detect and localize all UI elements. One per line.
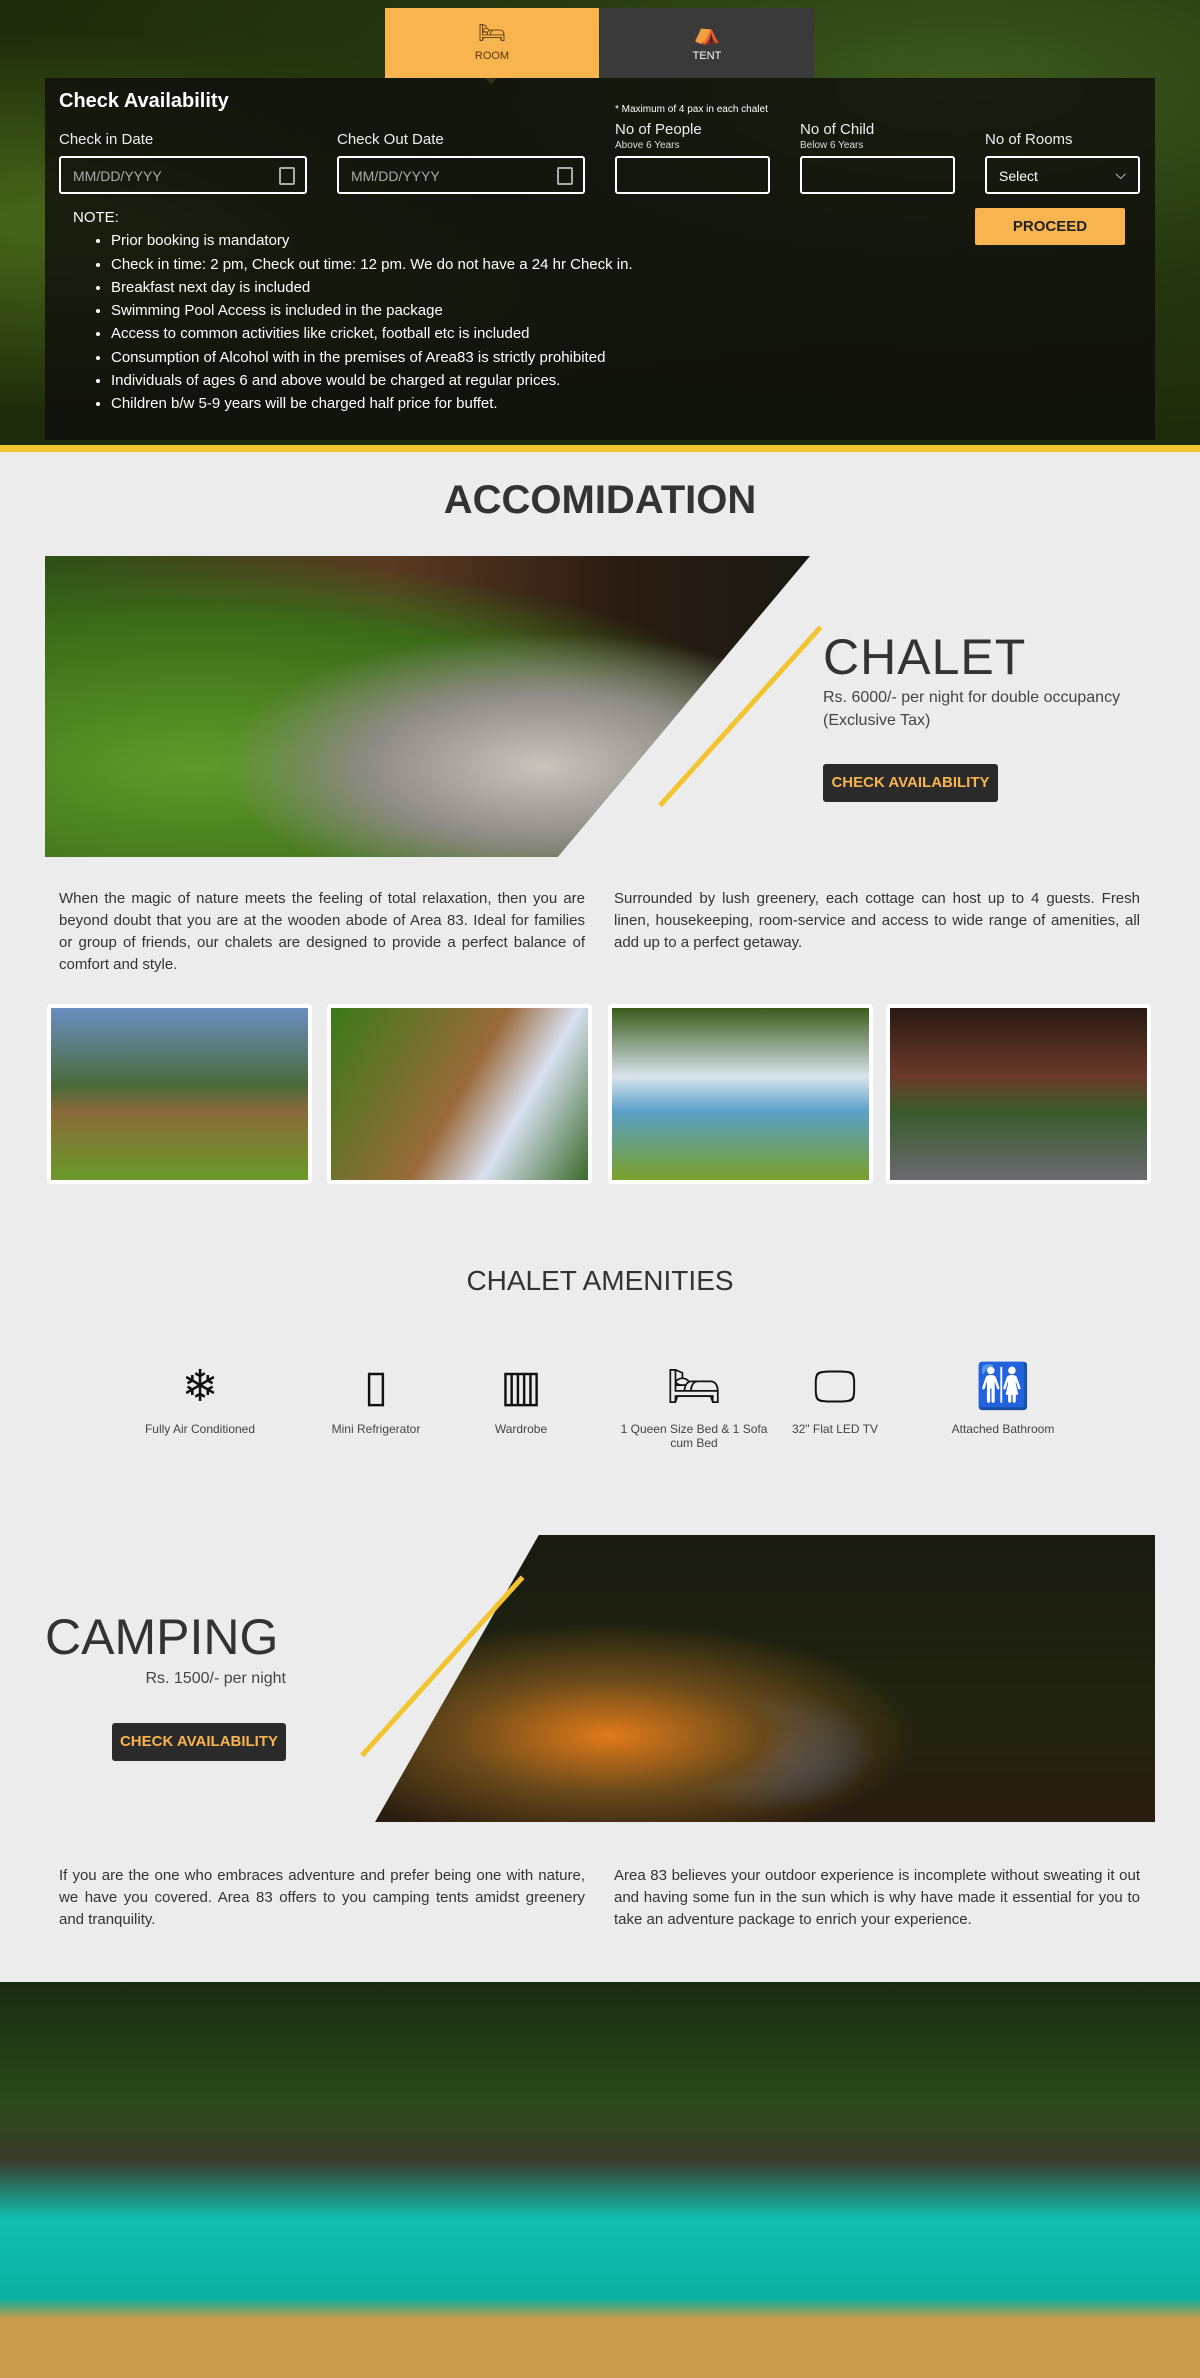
camping-check-availability-button[interactable]: CHECK AVAILABILITY: [112, 1723, 286, 1761]
people-input[interactable]: [615, 156, 770, 194]
note-list: Prior booking is mandatoryCheck in time:…: [111, 229, 633, 415]
calendar-icon[interactable]: [279, 167, 295, 185]
placeholder: MM/DD/YYYY: [351, 168, 440, 184]
note-item: Prior booking is mandatory: [111, 229, 633, 252]
gallery-image[interactable]: [608, 1004, 873, 1184]
booking-panel: Check Availability * Maximum of 4 pax in…: [45, 78, 1155, 440]
tent-icon: ⛺: [693, 20, 721, 45]
bed-icon: 🛏: [666, 1362, 722, 1411]
note-item: Consumption of Alcohol with in the premi…: [111, 346, 633, 369]
gallery-image[interactable]: [886, 1004, 1151, 1184]
checkin-label: Check in Date: [59, 131, 154, 148]
checkout-label: Check Out Date: [337, 131, 444, 148]
amenity-label: Mini Refrigerator: [331, 1422, 421, 1436]
amenity-item: ▥ Wardrobe: [446, 1352, 596, 1436]
note-item: Individuals of ages 6 and above would be…: [111, 369, 633, 392]
rooms-label: No of Rooms: [985, 131, 1073, 148]
placeholder: MM/DD/YYYY: [73, 168, 162, 184]
people-label: No of People: [615, 121, 702, 138]
amenity-item: 🚻 Attached Bathroom: [928, 1352, 1078, 1436]
camping-image: [375, 1535, 1155, 1822]
note-title: NOTE:: [73, 209, 119, 226]
divider: [0, 445, 1200, 452]
pool-image: [0, 1982, 1200, 2378]
proceed-button[interactable]: PROCEED: [975, 208, 1125, 245]
rooms-value: Select: [999, 168, 1038, 184]
checkin-input[interactable]: MM/DD/YYYY: [59, 156, 307, 194]
snowflake-icon: ❄: [181, 1362, 219, 1411]
chalet-title: CHALET: [823, 629, 1027, 685]
wardrobe-icon: ▥: [500, 1362, 542, 1411]
checkout-input[interactable]: MM/DD/YYYY: [337, 156, 585, 194]
amenity-label: Fully Air Conditioned: [144, 1422, 256, 1436]
note-item: Access to common activities like cricket…: [111, 322, 633, 345]
camping-price: Rs. 1500/- per night: [145, 1670, 286, 1687]
chalet-price: Rs. 6000/- per night for double occupanc…: [823, 689, 1121, 706]
restroom-icon: 🚻: [975, 1362, 1031, 1411]
chalet-tax: (Exclusive Tax): [823, 712, 931, 729]
max-note: * Maximum of 4 pax in each chalet: [615, 104, 768, 115]
tab-label: ROOM: [474, 50, 510, 62]
note-item: Breakfast next day is included: [111, 276, 633, 299]
amenity-item: 🛏 1 Queen Size Bed & 1 Sofa cum Bed: [619, 1352, 769, 1450]
chalet-description: When the magic of nature meets the feeli…: [59, 890, 585, 973]
tv-icon: 🖵: [813, 1362, 857, 1411]
camping-description-2: Area 83 believes your outdoor experience…: [614, 1867, 1140, 1928]
note-item: Swimming Pool Access is included in the …: [111, 299, 633, 322]
booking-title: Check Availability: [59, 90, 229, 112]
tab-room[interactable]: 🛏 ROOM: [385, 8, 599, 84]
amenity-item: ▯ Mini Refrigerator: [301, 1352, 451, 1436]
gallery-image[interactable]: [47, 1004, 312, 1184]
people-sub: Above 6 Years: [615, 140, 680, 151]
amenity-label: 1 Queen Size Bed & 1 Sofa cum Bed: [620, 1422, 768, 1450]
chalet-check-availability-button[interactable]: CHECK AVAILABILITY: [823, 764, 998, 802]
child-input[interactable]: [800, 156, 955, 194]
amenity-label: Wardrobe: [494, 1422, 548, 1436]
gallery-image[interactable]: [327, 1004, 592, 1184]
amenities-title: CHALET AMENITIES: [466, 1265, 734, 1296]
chalet-description-2: Surrounded by lush greenery, each cottag…: [614, 890, 1140, 951]
chevron-down-icon: ⌵: [1115, 166, 1126, 182]
amenity-label: Attached Bathroom: [951, 1422, 1055, 1436]
child-sub: Below 6 Years: [800, 140, 864, 151]
note-item: Children b/w 5-9 years will be charged h…: [111, 392, 633, 415]
amenity-item: 🖵 32" Flat LED TV: [760, 1352, 910, 1436]
accommodation-title: ACCOMIDATION: [443, 478, 757, 522]
rooms-select[interactable]: Select ⌵: [985, 156, 1140, 194]
tab-tent[interactable]: ⛺ TENT: [600, 8, 814, 78]
bed-icon: 🛏: [478, 20, 506, 45]
calendar-icon[interactable]: [557, 167, 573, 185]
camping-title: CAMPING: [45, 1609, 279, 1665]
tab-label: TENT: [692, 50, 722, 62]
notes: NOTE: Prior booking is mandatoryCheck in…: [73, 206, 633, 416]
child-label: No of Child: [800, 121, 875, 138]
camping-description: If you are the one who embraces adventur…: [59, 1867, 585, 1928]
amenity-label: 32" Flat LED TV: [791, 1422, 879, 1436]
amenity-item: ❄ Fully Air Conditioned: [125, 1352, 275, 1436]
refrigerator-icon: ▯: [363, 1362, 389, 1411]
chalet-image: [45, 556, 810, 857]
note-item: Check in time: 2 pm, Check out time: 12 …: [111, 253, 633, 276]
